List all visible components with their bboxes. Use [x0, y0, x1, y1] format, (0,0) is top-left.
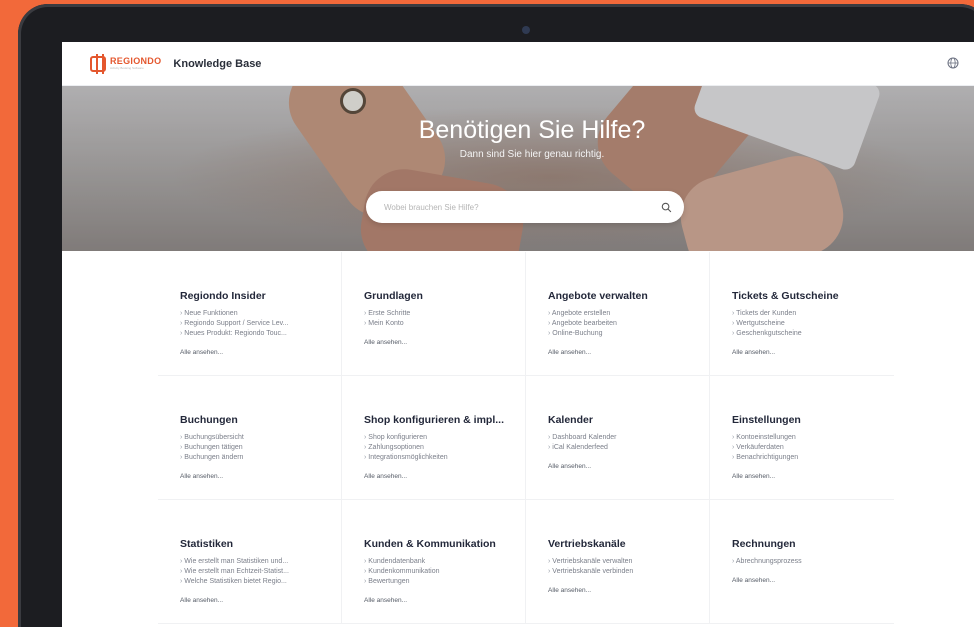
category-title[interactable]: Kunden & Kommunikation: [364, 538, 525, 550]
category-link[interactable]: Mein Konto: [364, 319, 525, 329]
category-link[interactable]: Online-Buchung: [548, 329, 709, 339]
category-link-list: Angebote erstellenAngebote bearbeitenOnl…: [548, 309, 709, 339]
category-link-list: KontoeinstellungenVerkäuferdatenBenachri…: [732, 433, 894, 463]
category-link[interactable]: Neue Funktionen: [180, 309, 341, 319]
category-link-list: Vertriebskanäle verwaltenVertriebskanäle…: [548, 557, 709, 577]
page-title: Knowledge Base: [173, 57, 262, 70]
category-link[interactable]: Buchungen tätigen: [180, 443, 341, 453]
category-card: Buchungen BuchungsübersichtBuchungen täti…: [158, 376, 342, 500]
see-all-link[interactable]: Alle ansehen...: [548, 463, 709, 470]
category-title[interactable]: Vertriebskanäle: [548, 538, 709, 550]
category-link[interactable]: Zahlungsoptionen: [364, 443, 525, 453]
category-card: Statistiken Wie erstellt man Statistiken …: [158, 500, 342, 624]
category-grid: Regiondo Insider Neue FunktionenRegiondo …: [158, 252, 894, 624]
category-link[interactable]: Regiondo Support / Service Lev...: [180, 319, 341, 329]
see-all-link[interactable]: Alle ansehen...: [180, 349, 341, 356]
category-link[interactable]: Kundendatenbank: [364, 557, 525, 567]
hero-banner: Benötigen Sie Hilfe? Dann sind Sie hier …: [62, 86, 974, 251]
search-box: [366, 191, 684, 223]
category-link[interactable]: Tickets der Kunden: [732, 309, 894, 319]
top-bar: REGIONDO Activity Booking Software Knowl…: [62, 42, 974, 86]
category-link[interactable]: Erste Schritte: [364, 309, 525, 319]
category-link-list: Neue FunktionenRegiondo Support / Servic…: [180, 309, 341, 339]
see-all-link[interactable]: Alle ansehen...: [180, 597, 341, 604]
see-all-link[interactable]: Alle ansehen...: [548, 349, 709, 356]
category-card: Kalender Dashboard KalenderiCal Kalenderf…: [526, 376, 710, 500]
category-link[interactable]: Abrechnungsprozess: [732, 557, 894, 567]
camera-dot: [522, 26, 530, 34]
hero-subtitle: Dann sind Sie hier genau richtig.: [459, 149, 605, 160]
category-link-list: Shop konfigurierenZahlungsoptionenIntegr…: [364, 433, 525, 463]
category-title[interactable]: Tickets & Gutscheine: [732, 290, 894, 302]
see-all-link[interactable]: Alle ansehen...: [732, 349, 894, 356]
category-link[interactable]: Welche Statistiken bietet Regio...: [180, 577, 341, 587]
hero-title: Benötigen Sie Hilfe?: [418, 116, 646, 144]
category-link[interactable]: Angebote erstellen: [548, 309, 709, 319]
category-card: Shop konfigurieren & impl... Shop konfigu…: [342, 376, 526, 500]
category-link[interactable]: Kontoeinstellungen: [732, 433, 894, 443]
category-card: Regiondo Insider Neue FunktionenRegiondo …: [158, 252, 342, 376]
category-link[interactable]: Dashboard Kalender: [548, 433, 709, 443]
category-link[interactable]: Wertgutscheine: [732, 319, 894, 329]
category-link[interactable]: Benachrichtigungen: [732, 453, 894, 463]
category-link[interactable]: Buchungsübersicht: [180, 433, 341, 443]
category-title[interactable]: Einstellungen: [732, 414, 894, 426]
category-link[interactable]: Vertriebskanäle verwalten: [548, 557, 709, 567]
browser-screen: REGIONDO Activity Booking Software Knowl…: [62, 42, 974, 627]
category-card: Kunden & Kommunikation KundendatenbankKun…: [342, 500, 526, 624]
laptop-frame: REGIONDO Activity Booking Software Knowl…: [18, 4, 974, 627]
category-link[interactable]: Angebote bearbeiten: [548, 319, 709, 329]
category-link[interactable]: Shop konfigurieren: [364, 433, 525, 443]
category-link[interactable]: Integrationsmöglichkeiten: [364, 453, 525, 463]
category-link[interactable]: Buchungen ändern: [180, 453, 341, 463]
brand-tagline: Activity Booking Software: [110, 66, 144, 70]
category-card: Angebote verwalten Angebote erstellenAnge…: [526, 252, 710, 376]
category-card: Tickets & Gutscheine Tickets der KundenWe…: [710, 252, 894, 376]
category-link[interactable]: Verkäuferdaten: [732, 443, 894, 453]
category-link-list: Wie erstellt man Statistiken und...Wie e…: [180, 557, 341, 587]
category-link[interactable]: Kundenkommunikation: [364, 567, 525, 577]
hero-overlay: [62, 86, 974, 251]
category-link-list: Abrechnungsprozess: [732, 557, 894, 567]
category-link[interactable]: Bewertungen: [364, 577, 525, 587]
category-link-list: Tickets der KundenWertgutscheineGeschenk…: [732, 309, 894, 339]
category-link[interactable]: Neues Produkt: Regiondo Touc...: [180, 329, 341, 339]
brand-logo[interactable]: REGIONDO Activity Booking Software: [90, 53, 162, 74]
logo-icon: [90, 53, 106, 74]
see-all-link[interactable]: Alle ansehen...: [732, 577, 894, 584]
category-title[interactable]: Kalender: [548, 414, 709, 426]
see-all-link[interactable]: Alle ansehen...: [364, 597, 525, 604]
brand-name: REGIONDO: [110, 56, 162, 66]
category-title[interactable]: Buchungen: [180, 414, 341, 426]
category-card: Vertriebskanäle Vertriebskanäle verwalten…: [526, 500, 710, 624]
category-link[interactable]: Wie erstellt man Echtzeit-Statist...: [180, 567, 341, 577]
search-input[interactable]: [384, 202, 661, 212]
category-title[interactable]: Shop konfigurieren & impl...: [364, 414, 525, 426]
category-link-list: KundendatenbankKundenkommunikationBewert…: [364, 557, 525, 587]
category-link[interactable]: iCal Kalenderfeed: [548, 443, 709, 453]
see-all-link[interactable]: Alle ansehen...: [732, 473, 894, 480]
category-title[interactable]: Statistiken: [180, 538, 341, 550]
see-all-link[interactable]: Alle ansehen...: [548, 587, 709, 594]
category-title[interactable]: Regiondo Insider: [180, 290, 341, 302]
see-all-link[interactable]: Alle ansehen...: [364, 473, 525, 480]
category-card: Einstellungen KontoeinstellungenVerkäufer…: [710, 376, 894, 500]
category-link[interactable]: Geschenkgutscheine: [732, 329, 894, 339]
see-all-link[interactable]: Alle ansehen...: [180, 473, 341, 480]
category-card: Grundlagen Erste SchritteMein Konto Alle a…: [342, 252, 526, 376]
category-title[interactable]: Grundlagen: [364, 290, 525, 302]
globe-icon[interactable]: [947, 57, 959, 69]
search-icon[interactable]: [661, 202, 672, 213]
category-link-list: Erste SchritteMein Konto: [364, 309, 525, 329]
category-link-list: Dashboard KalenderiCal Kalenderfeed: [548, 433, 709, 453]
category-card: Rechnungen Abrechnungsprozess Alle ansehen…: [710, 500, 894, 624]
category-title[interactable]: Angebote verwalten: [548, 290, 709, 302]
category-link[interactable]: Vertriebskanäle verbinden: [548, 567, 709, 577]
category-link[interactable]: Wie erstellt man Statistiken und...: [180, 557, 341, 567]
category-title[interactable]: Rechnungen: [732, 538, 894, 550]
category-link-list: BuchungsübersichtBuchungen tätigenBuchun…: [180, 433, 341, 463]
see-all-link[interactable]: Alle ansehen...: [364, 339, 525, 346]
